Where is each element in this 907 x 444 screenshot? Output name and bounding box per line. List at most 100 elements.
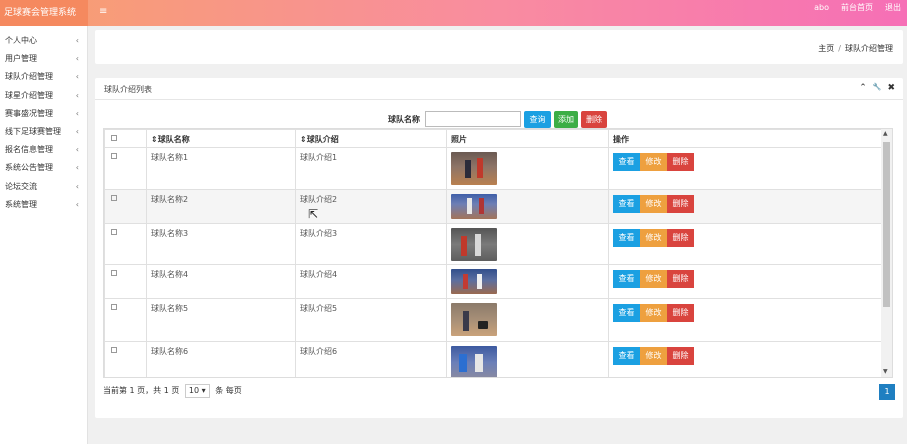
view-button[interactable]: 查看 [613,270,640,288]
sidebar-item-stars[interactable]: 球星介绍管理 ‹ [0,87,87,105]
breadcrumb-panel: 主页 / 球队介绍管理 [95,30,903,64]
select-all-header [104,129,147,148]
edit-button[interactable]: 修改 [640,347,667,365]
scrollbar-thumb[interactable] [883,142,890,307]
sidebar: 个人中心 ‹ 用户管理 ‹ 球队介绍管理 ‹ 球星介绍管理 ‹ 赛事盛况管理 ‹ 线下足球… [0,26,88,444]
mouse-cursor-icon: ⇱ [308,207,319,221]
actions-cell: 查看 修改 删除 [608,223,884,265]
team-name-cell: 球队名称4 [146,264,296,299]
edit-button[interactable]: 修改 [640,153,667,171]
table-row: 球队名称5 球队介绍5 查看 修改 删除 [104,298,884,342]
sidebar-item-label: 报名信息管理 [5,145,53,155]
sidebar-item-label: 球星介绍管理 [5,90,53,100]
team-photo [451,194,497,219]
chevron-left-icon: ‹ [75,163,79,173]
top-bar: 足球赛会管理系统 ≡ abo 前台首页 退出 [0,0,907,26]
chevron-left-icon: ‹ [75,181,79,191]
table-row: 球队名称3 球队介绍3 查看 修改 删除 [104,223,884,265]
column-header-team-intro[interactable]: ⇕球队介绍 [295,129,447,148]
sidebar-item-announcements[interactable]: 系统公告管理 ‹ [0,159,87,177]
edit-button[interactable]: 修改 [640,229,667,247]
actions-cell: 查看 修改 删除 [608,147,884,190]
photo-cell [446,147,609,190]
add-button[interactable]: 添加 [554,111,578,128]
delete-button[interactable]: 删除 [667,195,694,213]
page-size-suffix: 条 每页 [215,386,242,395]
sidebar-item-label: 球队介绍管理 [5,72,53,82]
team-name-cell: 球队名称2 [146,189,296,224]
sidebar-item-label: 系统管理 [5,199,37,209]
edit-button[interactable]: 修改 [640,195,667,213]
row-checkbox[interactable] [111,229,117,235]
view-button[interactable]: 查看 [613,304,640,322]
collapse-icon[interactable]: ⌃ [859,83,867,93]
row-checkbox[interactable] [111,270,117,276]
sidebar-item-profile[interactable]: 个人中心 ‹ [0,32,87,50]
row-checkbox[interactable] [111,153,117,159]
sidebar-item-offline-matches[interactable]: 线下足球赛管理 ‹ [0,123,87,141]
photo-cell [446,264,609,299]
sidebar-item-forum[interactable]: 论坛交流 ‹ [0,178,87,196]
sidebar-item-label: 用户管理 [5,54,37,64]
edit-button[interactable]: 修改 [640,304,667,322]
sidebar-item-users[interactable]: 用户管理 ‹ [0,50,87,68]
menu-toggle-icon[interactable]: ≡ [99,6,107,17]
photo-cell [446,223,609,265]
sidebar-item-teams[interactable]: 球队介绍管理 ‹ [0,68,87,86]
delete-button[interactable]: 删除 [667,229,694,247]
breadcrumb-separator: / [838,44,841,53]
page-number-button[interactable]: 1 [879,384,895,400]
frontpage-link[interactable]: 前台首页 [841,0,873,26]
page-summary: 当前第 1 页，共 1 页 [103,386,180,395]
edit-button[interactable]: 修改 [640,270,667,288]
wrench-icon[interactable]: 🔧 [873,83,882,93]
view-button[interactable]: 查看 [613,153,640,171]
team-name-cell: 球队名称1 [146,147,296,190]
team-table: ⇕球队名称 ⇕球队介绍 照片 操作 球队名称1 球队介绍1 查看 修改 删除 球队名… [104,129,884,377]
close-icon[interactable]: ✖ [887,83,895,93]
breadcrumb-home[interactable]: 主页 [818,44,834,53]
batch-delete-button[interactable]: 删除 [581,111,607,128]
pagination-info: 当前第 1 页，共 1 页 10 ▾ 条 每页 [103,384,242,398]
sidebar-item-system[interactable]: 系统管理 ‹ [0,196,87,214]
team-intro-cell: 球队介绍6 [295,341,447,377]
panel-header: 球队介绍列表 ⌃ 🔧 ✖ [95,78,903,100]
select-all-checkbox[interactable] [111,135,117,141]
view-button[interactable]: 查看 [613,195,640,213]
delete-button[interactable]: 删除 [667,347,694,365]
table-row: 球队名称1 球队介绍1 查看 修改 删除 [104,147,884,190]
row-checkbox[interactable] [111,347,117,353]
team-photo [451,152,497,185]
sidebar-item-label: 线下足球赛管理 [5,126,61,136]
user-link[interactable]: abo [814,0,829,26]
team-name-cell: 球队名称6 [146,341,296,377]
delete-button[interactable]: 删除 [667,270,694,288]
row-checkbox[interactable] [111,304,117,310]
team-name-cell: 球队名称5 [146,298,296,342]
column-header-actions: 操作 [608,129,884,148]
logout-link[interactable]: 退出 [885,0,901,26]
panel-tools: ⌃ 🔧 ✖ [859,83,895,93]
chevron-left-icon: ‹ [75,54,79,64]
delete-button[interactable]: 删除 [667,304,694,322]
delete-button[interactable]: 删除 [667,153,694,171]
scroll-up-arrow-icon[interactable]: ▲ [883,130,888,137]
row-checkbox[interactable] [111,195,117,201]
search-button[interactable]: 查询 [524,111,551,128]
team-photo [451,228,497,261]
column-header-team-name[interactable]: ⇕球队名称 [146,129,296,148]
table-scrollbar[interactable]: ▲ ▼ [881,129,892,377]
sidebar-item-registrations[interactable]: 报名信息管理 ‹ [0,141,87,159]
search-label: 球队名称 [388,115,420,124]
view-button[interactable]: 查看 [613,229,640,247]
team-name-cell: 球队名称3 [146,223,296,265]
chevron-left-icon: ‹ [75,145,79,155]
sidebar-item-events[interactable]: 赛事盛况管理 ‹ [0,105,87,123]
sidebar-item-label: 个人中心 [5,36,37,45]
page-size-select[interactable]: 10 ▾ [184,384,210,398]
team-name-search-input[interactable] [425,111,521,127]
search-row: 球队名称 查询 添加 删除 [95,110,903,128]
scroll-down-arrow-icon[interactable]: ▼ [883,368,888,375]
team-photo [451,269,497,294]
view-button[interactable]: 查看 [613,347,640,365]
